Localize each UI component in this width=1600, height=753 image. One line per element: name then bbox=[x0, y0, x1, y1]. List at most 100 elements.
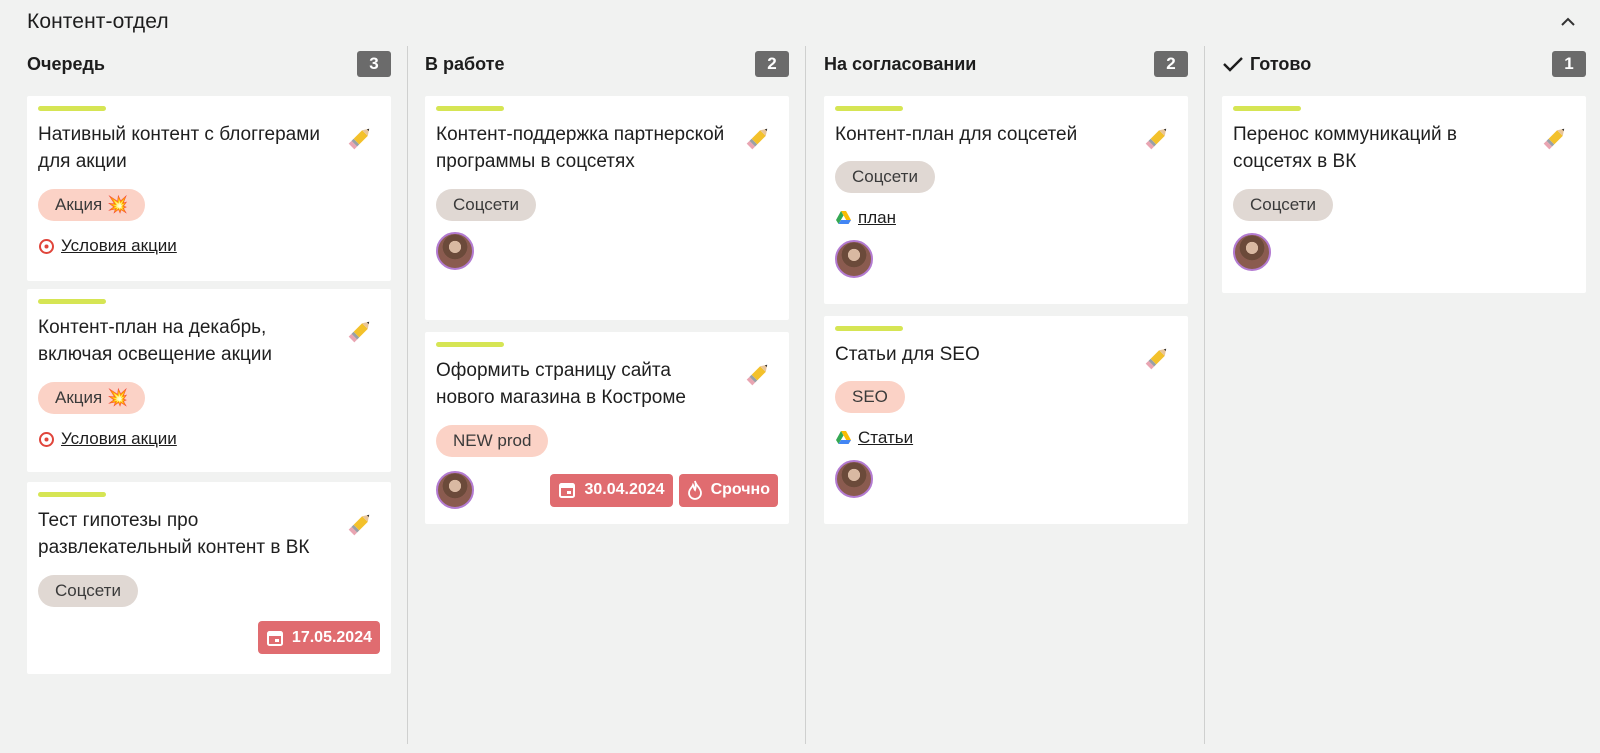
board-header: Контент-отдел bbox=[27, 8, 1580, 36]
pencil-icon bbox=[1543, 128, 1565, 150]
edit-button[interactable] bbox=[340, 121, 380, 157]
tag-label[interactable]: SEO bbox=[835, 381, 905, 413]
edit-button[interactable] bbox=[1137, 121, 1177, 157]
task-card[interactable]: Статьи для SEO SEO Статьи bbox=[824, 316, 1188, 524]
column-done: Готово 1 Перенос коммуникаций в соцсетях… bbox=[1222, 44, 1586, 744]
column-header: На согласовании 2 bbox=[824, 44, 1188, 84]
column-divider bbox=[805, 46, 806, 744]
card-title: Контент-план на декабрь, включая освещен… bbox=[38, 317, 273, 365]
card-title: Контент-план для соцсетей bbox=[835, 124, 1078, 145]
column-title: В работе bbox=[425, 53, 505, 74]
pencil-icon bbox=[348, 128, 370, 150]
card-accent-bar bbox=[38, 299, 106, 304]
chevron-up-icon bbox=[1561, 17, 1575, 26]
card-accent-bar bbox=[436, 342, 504, 347]
task-card[interactable]: Перенос коммуникаций в соцсетях в ВК Соц… bbox=[1222, 96, 1586, 293]
pencil-icon bbox=[1145, 128, 1167, 150]
avatar[interactable] bbox=[1233, 233, 1271, 271]
tag-label[interactable]: Соцсети bbox=[835, 161, 935, 193]
edit-button[interactable] bbox=[738, 121, 778, 157]
column-count-badge: 2 bbox=[1154, 51, 1188, 77]
tag-label[interactable]: Соцсети bbox=[38, 575, 138, 607]
pencil-icon bbox=[746, 128, 768, 150]
card-title: Контент-поддержка партнерской программы … bbox=[436, 124, 725, 172]
card-accent-bar bbox=[1233, 106, 1301, 111]
task-card[interactable]: Оформить страницу сайта нового магазина … bbox=[425, 332, 789, 524]
card-accent-bar bbox=[835, 106, 903, 111]
column-title: Готово bbox=[1222, 54, 1311, 75]
board-title: Контент-отдел bbox=[27, 10, 169, 33]
column-divider bbox=[1204, 46, 1205, 744]
card-title: Нативный контент с блоггерами для акции bbox=[38, 124, 320, 172]
column-divider bbox=[407, 46, 408, 744]
link-text[interactable]: Статьи bbox=[858, 428, 913, 448]
column-title-text: Готово bbox=[1250, 53, 1312, 74]
columns: Очередь 3 Нативный контент с блоггерами … bbox=[0, 44, 1600, 744]
edit-button[interactable] bbox=[1137, 341, 1177, 377]
tag-label[interactable]: NEW prod bbox=[436, 425, 549, 457]
task-card[interactable]: Нативный контент с блоггерами для акции … bbox=[27, 96, 391, 281]
link-text[interactable]: Условия акции bbox=[61, 236, 177, 256]
column-header: Готово 1 bbox=[1222, 44, 1586, 84]
task-card[interactable]: Контент-поддержка партнерской программы … bbox=[425, 96, 789, 320]
card-accent-bar bbox=[436, 106, 504, 111]
card-title: Оформить страницу сайта нового магазина … bbox=[436, 360, 686, 408]
card-link[interactable]: Условия акции bbox=[38, 429, 380, 449]
card-link[interactable]: Условия акции bbox=[38, 236, 380, 256]
edit-button[interactable] bbox=[340, 314, 380, 350]
column-header: В работе 2 bbox=[425, 44, 789, 84]
avatar[interactable] bbox=[835, 460, 873, 498]
card-accent-bar bbox=[38, 106, 106, 111]
fire-icon bbox=[687, 480, 702, 500]
card-title: Перенос коммуникаций в соцсетях в ВК bbox=[1233, 124, 1458, 172]
avatar[interactable] bbox=[835, 240, 873, 278]
card-title: Статьи для SEO bbox=[835, 344, 980, 365]
pencil-icon bbox=[348, 321, 370, 343]
collapse-button[interactable] bbox=[1556, 10, 1580, 34]
task-card[interactable]: Тест гипотезы про развлекательный контен… bbox=[27, 482, 391, 674]
card-accent-bar bbox=[38, 492, 106, 497]
column-title: Очередь bbox=[27, 53, 105, 74]
calendar-icon bbox=[559, 483, 576, 498]
tag-label[interactable]: Акция 💥 bbox=[38, 189, 146, 221]
pencil-icon bbox=[348, 514, 370, 536]
target-icon bbox=[39, 238, 54, 254]
column-approval: На согласовании 2 Контент-план для соцсе… bbox=[824, 44, 1188, 744]
column-header: Очередь 3 bbox=[27, 44, 391, 84]
column-count-badge: 2 bbox=[755, 51, 789, 77]
task-card[interactable]: Контент-план на декабрь, включая освещен… bbox=[27, 289, 391, 472]
due-date-text: 17.05.2024 bbox=[291, 628, 372, 646]
kanban-board: Контент-отдел Очередь 3 Нативный контент… bbox=[0, 0, 1600, 753]
due-date-badge[interactable]: 17.05.2024 bbox=[257, 621, 380, 654]
column-count-badge: 1 bbox=[1552, 51, 1586, 77]
due-date-text: 30.04.2024 bbox=[584, 481, 665, 498]
due-date-badge[interactable]: 30.04.2024 bbox=[550, 473, 673, 507]
tag-label[interactable]: Соцсети bbox=[436, 189, 536, 221]
urgent-text: Срочно bbox=[710, 481, 770, 498]
google-drive-icon bbox=[836, 430, 851, 444]
avatar[interactable] bbox=[436, 232, 474, 270]
task-card[interactable]: Контент-план для соцсетей Соцсети план bbox=[824, 96, 1188, 304]
column-title: На согласовании bbox=[824, 53, 977, 74]
calendar-icon bbox=[266, 630, 283, 646]
column-count-badge: 3 bbox=[357, 51, 391, 77]
card-link[interactable]: Статьи bbox=[835, 428, 1177, 448]
column-in-progress: В работе 2 Контент-поддержка партнерской… bbox=[425, 44, 789, 744]
tag-label[interactable]: Соцсети bbox=[1233, 189, 1333, 221]
urgent-badge[interactable]: Срочно bbox=[678, 473, 778, 507]
edit-button[interactable] bbox=[1535, 121, 1575, 157]
link-text[interactable]: план bbox=[858, 208, 896, 228]
tag-label[interactable]: Акция 💥 bbox=[38, 382, 146, 414]
card-accent-bar bbox=[835, 326, 903, 331]
check-icon bbox=[1223, 57, 1243, 72]
link-text[interactable]: Условия акции bbox=[61, 429, 177, 449]
pencil-icon bbox=[746, 364, 768, 386]
target-icon bbox=[39, 431, 54, 447]
card-link[interactable]: план bbox=[835, 208, 1177, 228]
avatar[interactable] bbox=[436, 471, 474, 509]
edit-button[interactable] bbox=[738, 357, 778, 393]
column-queue: Очередь 3 Нативный контент с блоггерами … bbox=[27, 44, 391, 744]
google-drive-icon bbox=[836, 210, 851, 224]
edit-button[interactable] bbox=[340, 507, 380, 543]
card-title: Тест гипотезы про развлекательный контен… bbox=[38, 510, 310, 558]
